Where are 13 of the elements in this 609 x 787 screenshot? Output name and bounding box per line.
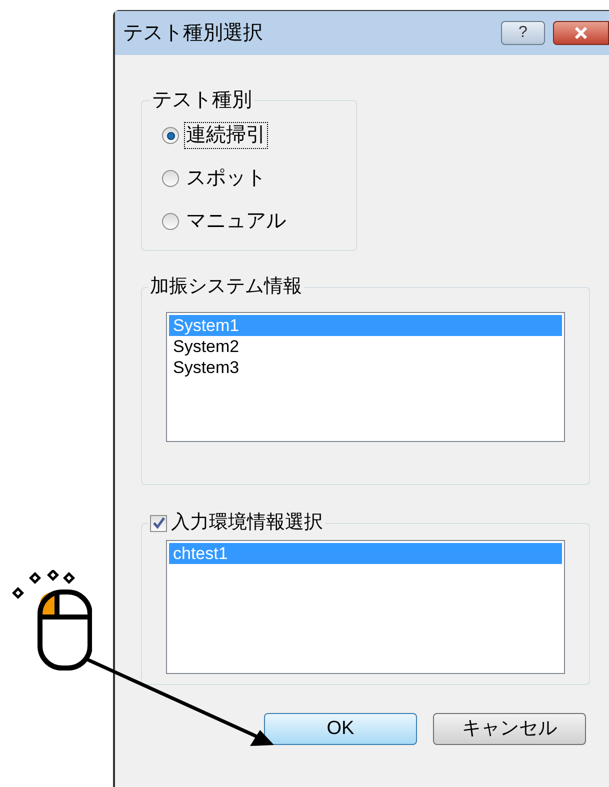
dialog-button[interactable]: OK [264, 713, 417, 745]
radio-label: スポット [185, 166, 267, 191]
radio-label: マニュアル [185, 209, 287, 234]
list-box[interactable]: System1 System2 System3 [166, 312, 565, 442]
list-item[interactable]: System3 [169, 356, 562, 378]
dialog-button[interactable]: キャンセル [433, 713, 586, 745]
radio-label: 連続掃引 [185, 123, 267, 148]
help-button[interactable]: ? [501, 21, 545, 45]
list-item[interactable]: System2 [169, 336, 562, 356]
window-title: テスト種別選択 [123, 21, 264, 46]
checkbox-label: 入力環境情報選択 [171, 511, 323, 535]
group-label: テスト種別 [151, 88, 253, 113]
group-label: 加振システム情報 [149, 275, 303, 299]
